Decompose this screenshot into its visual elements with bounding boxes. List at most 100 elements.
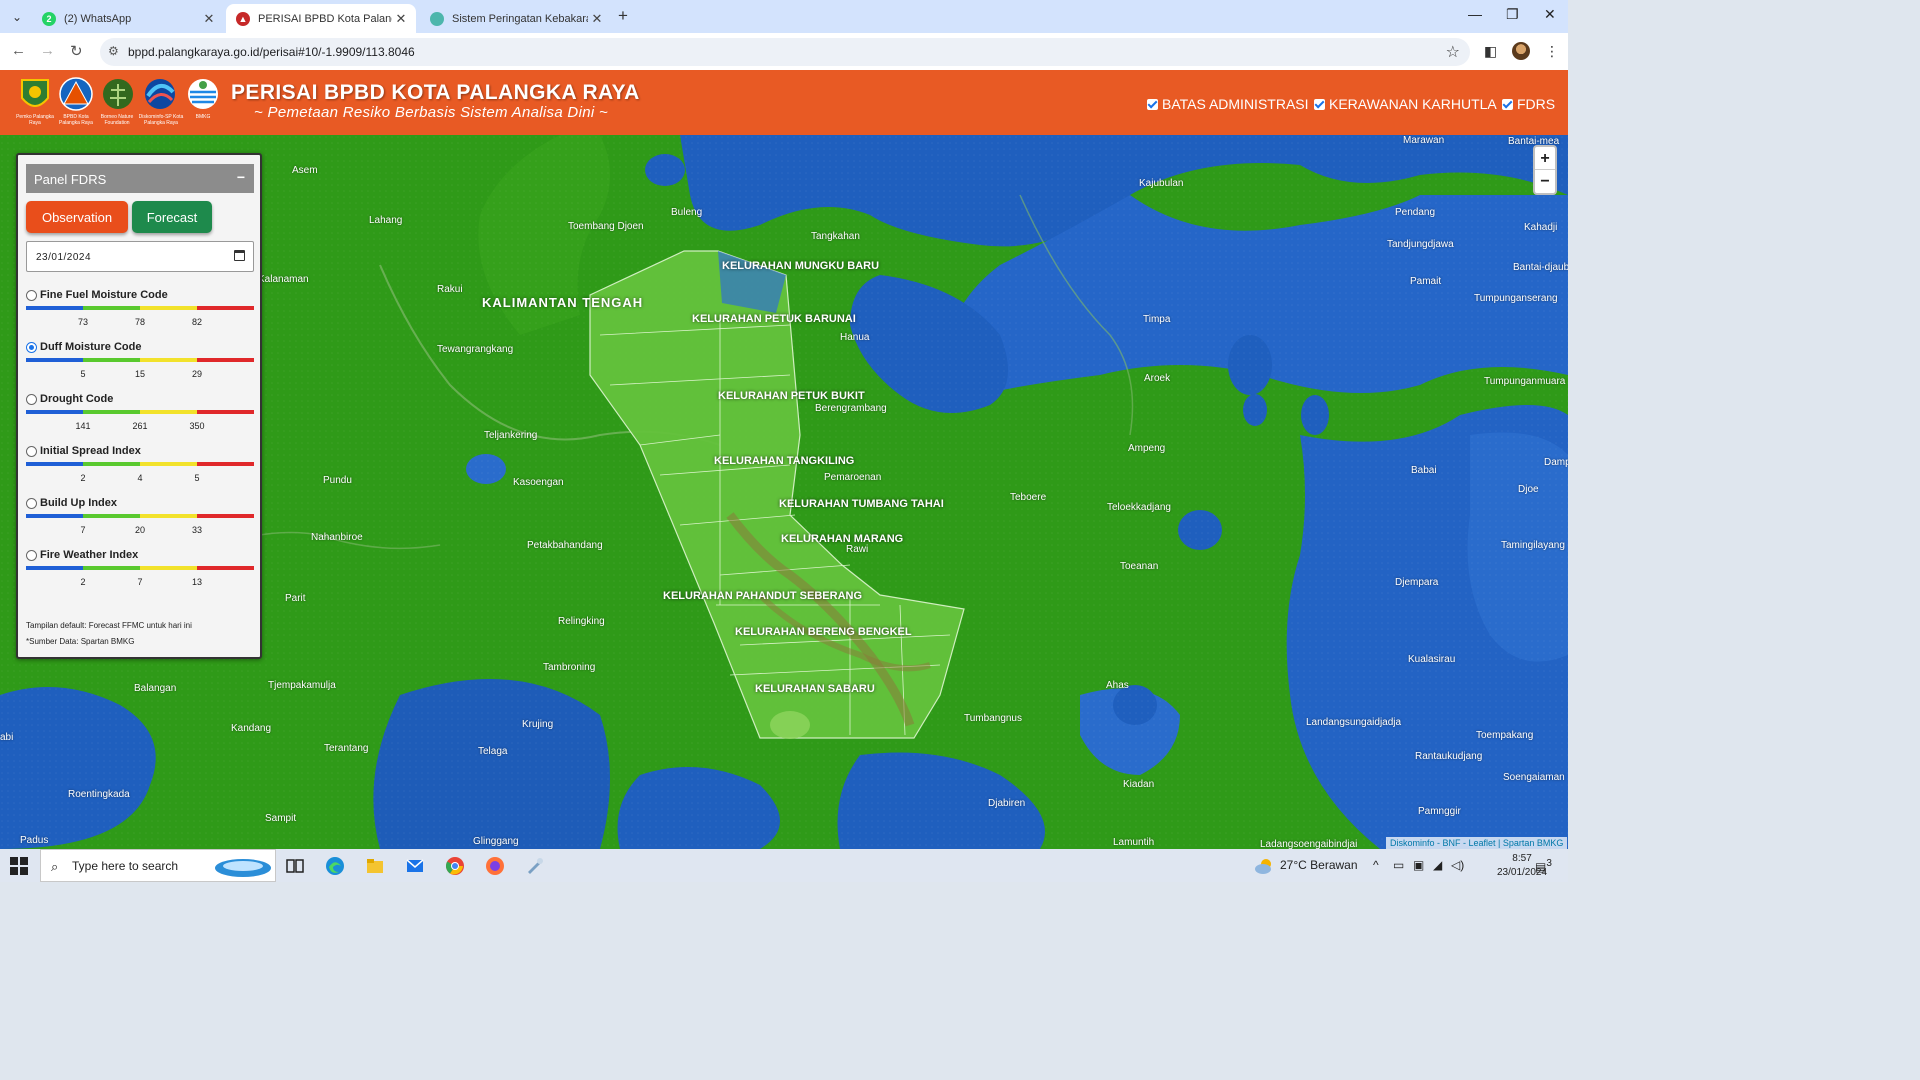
collapse-panel-button[interactable]: − [237, 169, 245, 185]
reload-icon[interactable]: ↻ [70, 42, 83, 60]
tray-meet-icon[interactable]: ▣ [1413, 858, 1424, 872]
checkbox-checked-icon[interactable] [1502, 98, 1513, 110]
chevron-down-icon: ⌄ [11, 10, 23, 24]
browser-toolbar: ← → ↻ ⚙ bppd.palangkaraya.go.id/perisai#… [0, 33, 1568, 70]
radio-dmc[interactable] [26, 342, 37, 353]
wifi-icon[interactable]: ◢ [1433, 858, 1442, 872]
close-tab-icon[interactable]: ✕ [588, 11, 606, 27]
tab-whatsapp[interactable]: 2 (2) WhatsApp ✕ [32, 4, 224, 33]
checkbox-checked-icon[interactable] [1147, 98, 1158, 110]
tray-chevron-icon[interactable]: ^ [1373, 858, 1379, 872]
radio-dc[interactable] [26, 394, 37, 405]
app-icon[interactable] [525, 856, 545, 876]
tray-device-icon[interactable]: ▭ [1393, 858, 1404, 872]
restore-icon[interactable]: ❐ [1506, 6, 1519, 23]
place-label: Asem [292, 165, 318, 176]
date-value[interactable]: 23/01/2024 [36, 252, 91, 263]
toggle-fdrs[interactable]: FDRS [1502, 96, 1555, 112]
bpbd-icon: ▲ [236, 11, 250, 26]
index-label[interactable]: Fine Fuel Moisture Code [40, 289, 168, 301]
index-label[interactable]: Duff Moisture Code [40, 341, 141, 353]
color-scale-bar [26, 410, 254, 414]
place-label: Teloekkadjang [1107, 502, 1171, 513]
toggle-batas-administrasi[interactable]: BATAS ADMINISTRASI [1147, 96, 1309, 112]
radio-isi[interactable] [26, 446, 37, 457]
minimize-icon[interactable]: — [1468, 6, 1482, 22]
search-icon: ⌕ [51, 859, 59, 874]
calendar-icon[interactable] [234, 250, 245, 261]
place-label: Pundu [323, 475, 352, 486]
toggle-kerawanan-karhutla[interactable]: KERAWANAN KARHUTLA [1314, 96, 1497, 112]
address-bar[interactable]: ⚙ bppd.palangkaraya.go.id/perisai#10/-1.… [100, 38, 1470, 66]
tab-search-button[interactable]: ⌄ [6, 6, 28, 28]
label-petuk-bukit: KELURAHAN PETUK BUKIT [718, 390, 865, 402]
label-tangkiling: KELURAHAN TANGKILING [714, 455, 855, 467]
radio-ffmc[interactable] [26, 290, 37, 301]
tab-title: (2) WhatsApp [64, 12, 132, 25]
map-attribution[interactable]: Diskominfo - BNF - Leaflet | Spartan BMK… [1386, 837, 1568, 849]
weather-cloud-icon[interactable] [1254, 857, 1274, 875]
logo-caption: Borneo Nature Foundation [100, 114, 134, 126]
volume-icon[interactable]: ◁) [1451, 858, 1464, 872]
edge-icon[interactable] [325, 856, 345, 876]
back-icon[interactable]: ← [11, 42, 26, 59]
site-title: PERISAI BPBD KOTA PALANGKA RAYA [231, 81, 640, 104]
notification-icon[interactable]: ▤3 [1535, 858, 1552, 874]
file-explorer-icon[interactable] [365, 856, 385, 876]
logo-caption: BPBD Kota Palangka Raya [59, 114, 93, 126]
tab-perisai[interactable]: ▲ PERISAI BPBD Kota Palangka Raya ✕ [226, 4, 416, 33]
observation-button[interactable]: Observation [26, 201, 128, 233]
profile-avatar[interactable] [1512, 42, 1530, 60]
place-label: Kiadan [1123, 779, 1155, 790]
new-tab-button[interactable]: + [618, 6, 628, 26]
close-tab-icon[interactable]: ✕ [392, 11, 410, 27]
weather-text[interactable]: 27°C Berawan [1280, 858, 1358, 872]
tick-label: 20 [134, 525, 146, 535]
notification-count: 3 [1546, 858, 1552, 869]
site-info-icon[interactable]: ⚙ [108, 44, 119, 58]
checkbox-checked-icon[interactable] [1314, 98, 1325, 110]
zoom-control: + − [1533, 145, 1557, 195]
index-label[interactable]: Drought Code [40, 393, 113, 405]
side-panel-icon[interactable]: ◧ [1484, 43, 1497, 60]
color-scale-bar [26, 566, 254, 570]
mail-icon[interactable] [405, 856, 425, 876]
forecast-button[interactable]: Forecast [132, 201, 212, 233]
tick-label: 2 [80, 577, 86, 587]
place-label: Kahadji [1524, 222, 1558, 233]
index-label[interactable]: Initial Spread Index [40, 445, 141, 457]
task-view-icon[interactable] [285, 856, 305, 876]
bookmark-star-icon[interactable]: ☆ [1446, 42, 1460, 62]
close-tab-icon[interactable]: ✕ [200, 11, 218, 27]
url-text[interactable]: bppd.palangkaraya.go.id/perisai#10/-1.99… [128, 45, 415, 59]
place-label: Buleng [671, 207, 703, 218]
index-label[interactable]: Build Up Index [40, 497, 117, 509]
windows-taskbar: ⌕ Type here to search 27°C Berawan ^ ▭ ▣… [0, 849, 1568, 882]
bpbd-logo [59, 77, 93, 111]
firefox-icon[interactable] [485, 856, 505, 876]
forward-icon[interactable]: → [40, 42, 55, 59]
place-label: Aroek [1144, 373, 1171, 384]
zoom-in-button[interactable]: + [1535, 147, 1555, 170]
scale-ticks: 2 7 13 [26, 577, 254, 587]
search-placeholder[interactable]: Type here to search [72, 859, 178, 873]
index-label[interactable]: Fire Weather Index [40, 549, 138, 561]
radio-bui[interactable] [26, 498, 37, 509]
chrome-icon[interactable] [445, 856, 465, 876]
date-input[interactable]: 23/01/2024 [26, 241, 254, 272]
place-label: Glinggang [473, 836, 519, 847]
menu-kebab-icon[interactable]: ⋮ [1545, 43, 1559, 60]
tick-label: 261 [132, 421, 148, 431]
place-label: Lamuntih [1113, 837, 1155, 848]
place-label: Landangsungaidjadja [1306, 717, 1402, 728]
tab-sistem-peringatan[interactable]: Sistem Peringatan Kebakaran Hutan ✕ [420, 4, 612, 33]
zoom-out-button[interactable]: − [1535, 170, 1555, 193]
close-window-icon[interactable]: ✕ [1544, 6, 1556, 23]
globe-icon [430, 11, 444, 26]
windows-start-icon[interactable] [10, 857, 28, 875]
taskbar-search-box[interactable]: ⌕ Type here to search [40, 849, 276, 882]
radio-fwi[interactable] [26, 550, 37, 561]
place-label: Padus [20, 835, 49, 846]
logo-caption: Pemko Palangka Raya [16, 114, 54, 126]
logo-caption: Diskominfo-SP Kota Palangka Raya [138, 114, 184, 126]
